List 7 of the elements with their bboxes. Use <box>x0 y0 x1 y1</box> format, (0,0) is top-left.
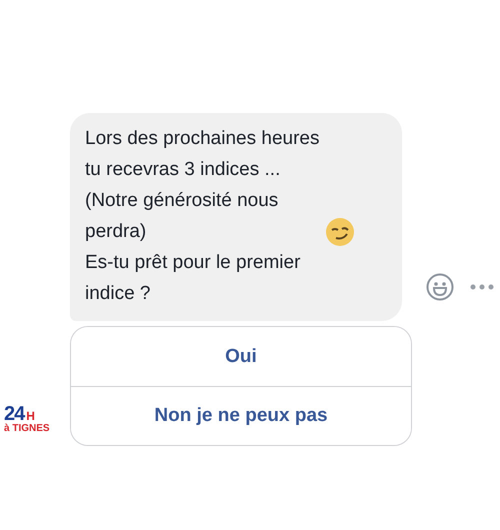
message-text: Lors des prochaines heures tu recevras 3 indices ... (Notre générosité nous perdra) <box>85 127 320 244</box>
emoji-reaction-icon[interactable] <box>426 273 454 301</box>
sender-logo: 24H à TIGNES <box>4 404 51 434</box>
quick-reply-button[interactable]: Non je ne peux pas <box>71 386 411 445</box>
more-options-icon[interactable] <box>470 284 494 290</box>
smirk-emoji-icon <box>325 217 356 247</box>
message-text: Es-tu prêt pour le premier indice ? <box>85 251 302 306</box>
